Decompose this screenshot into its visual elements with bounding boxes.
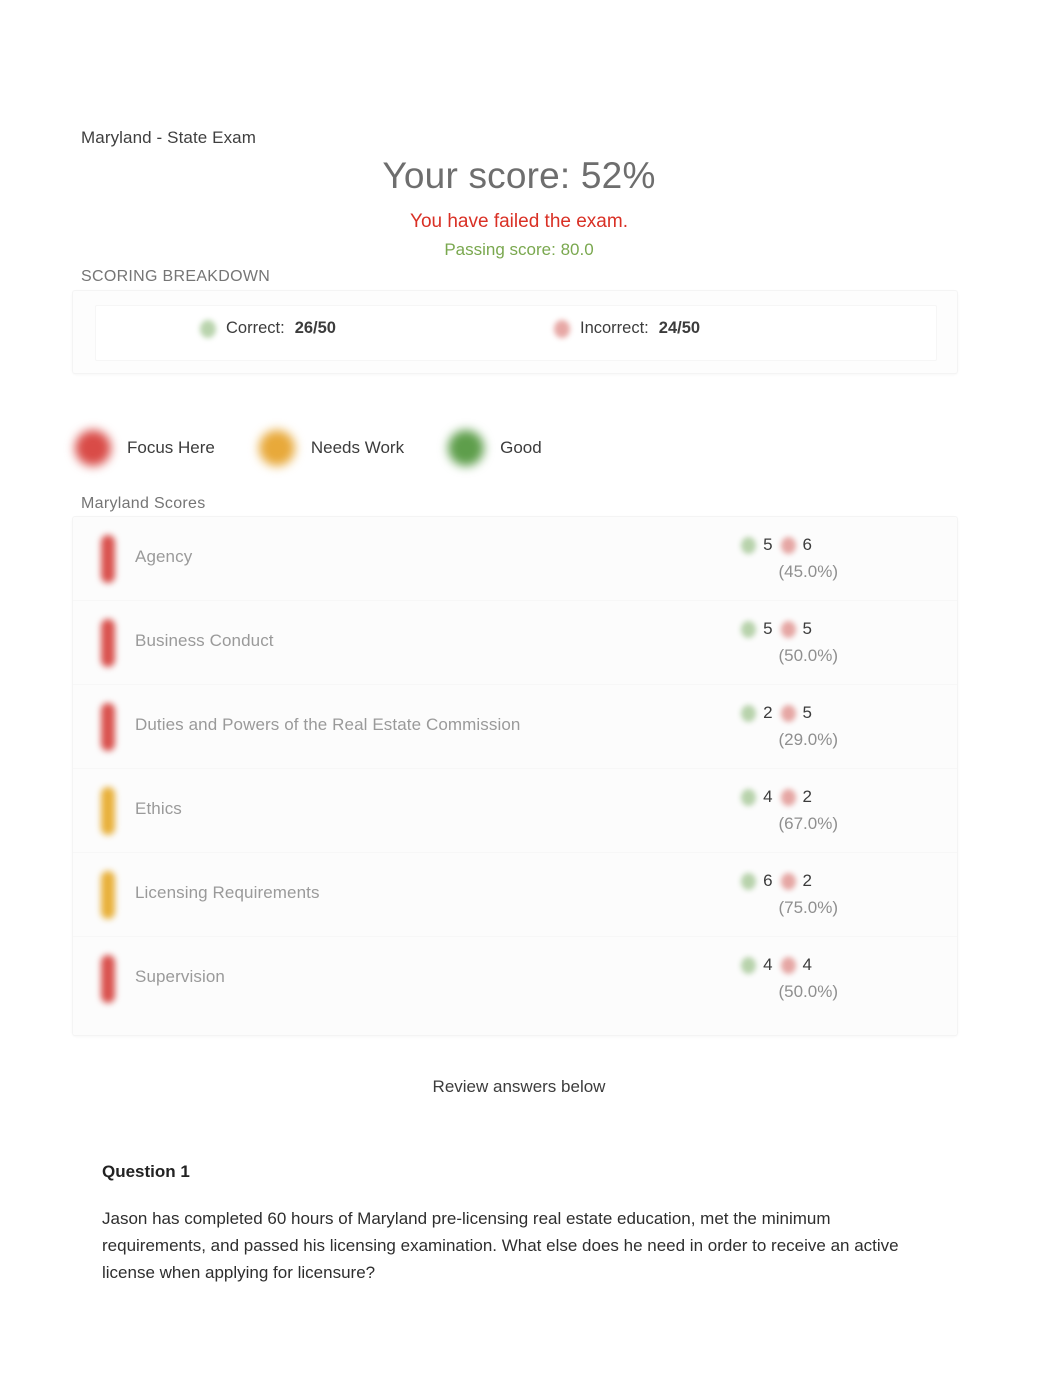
score-headline: Your score: 52%	[382, 155, 656, 196]
incorrect-value: 24/50	[658, 319, 701, 337]
table-row[interactable]: Licensing Requirements 6 2 (75.0%)	[73, 853, 957, 937]
status-bar-icon	[101, 871, 115, 919]
legend-item-needs-work: Needs Work	[258, 430, 405, 466]
check-circle-icon	[741, 788, 757, 806]
topic-name: Agency	[135, 547, 193, 566]
table-row[interactable]: Agency 5 6 (45.0%)	[73, 517, 957, 601]
result-message: You have failed the exam.	[410, 211, 628, 232]
x-circle-icon	[780, 620, 796, 638]
check-circle-icon	[741, 620, 757, 638]
topic-name: Duties and Powers of the Real Estate Com…	[135, 715, 521, 734]
row-percent: (50.0%)	[778, 982, 838, 1001]
row-correct: 4	[741, 787, 773, 807]
x-circle-icon	[780, 956, 796, 974]
row-incorrect: 5	[780, 703, 812, 723]
legend-item-good: Good	[448, 430, 542, 466]
row-correct: 2	[741, 703, 773, 723]
maryland-scores-card: Agency 5 6 (45.0%) Business Conduct 5 5 …	[72, 516, 958, 1036]
status-bar-icon	[101, 787, 115, 835]
status-bar-icon	[101, 955, 115, 1003]
scoring-breakdown-label: SCORING BREAKDOWN	[81, 268, 271, 285]
check-circle-icon	[741, 956, 757, 974]
status-bar-icon	[101, 619, 115, 667]
incorrect-count: 4	[802, 955, 812, 974]
check-circle-icon	[741, 872, 757, 890]
row-incorrect: 5	[780, 619, 812, 639]
correct-count: 4	[763, 955, 773, 974]
x-circle-icon	[554, 319, 570, 338]
passing-score-line: Passing score: 80.0	[444, 240, 594, 259]
row-percent: (67.0%)	[778, 814, 838, 833]
correct-value: 26/50	[294, 319, 336, 337]
row-incorrect: 4	[780, 955, 812, 975]
check-circle-icon	[741, 704, 757, 722]
incorrect-count: 2	[802, 871, 812, 890]
incorrect-count: 5	[802, 619, 812, 638]
legend-label: Needs Work	[310, 438, 405, 457]
scoring-breakdown-inner: Correct: 26/50 Incorrect: 24/50	[95, 305, 937, 361]
maryland-scores-label: Maryland Scores	[81, 495, 206, 512]
row-counts: 4 2	[741, 787, 812, 807]
correct-count: 5	[763, 619, 773, 638]
legend-item-focus-here: Focus Here	[75, 430, 215, 466]
table-row[interactable]: Duties and Powers of the Real Estate Com…	[73, 685, 957, 769]
review-answers-heading: Review answers below	[432, 1077, 606, 1096]
good-dot-icon	[448, 430, 485, 466]
x-circle-icon	[780, 704, 796, 722]
incorrect-count: 6	[802, 535, 812, 554]
check-circle-icon	[200, 319, 216, 338]
row-percent: (29.0%)	[778, 730, 838, 749]
row-counts: 5 6	[741, 535, 812, 555]
x-circle-icon	[780, 536, 796, 554]
row-counts: 2 5	[741, 703, 812, 723]
row-incorrect: 6	[780, 535, 812, 555]
table-row[interactable]: Ethics 4 2 (67.0%)	[73, 769, 957, 853]
exam-title: Maryland - State Exam	[81, 128, 256, 147]
status-bar-icon	[101, 703, 115, 751]
x-circle-icon	[780, 872, 796, 890]
incorrect-label: Incorrect:	[580, 319, 649, 337]
topic-name: Licensing Requirements	[135, 883, 320, 902]
row-incorrect: 2	[780, 871, 812, 891]
topic-name: Ethics	[135, 799, 182, 818]
topic-name: Business Conduct	[135, 631, 274, 650]
table-row[interactable]: Supervision 4 4 (50.0%)	[73, 937, 957, 1020]
incorrect-count: 5	[802, 703, 812, 722]
status-legend: Focus Here Needs Work Good	[75, 430, 586, 466]
incorrect-summary: Incorrect: 24/50	[554, 319, 700, 338]
row-counts: 4 4	[741, 955, 812, 975]
table-row[interactable]: Business Conduct 5 5 (50.0%)	[73, 601, 957, 685]
scores-list: Agency 5 6 (45.0%) Business Conduct 5 5 …	[73, 517, 957, 1035]
row-correct: 4	[741, 955, 773, 975]
row-incorrect: 2	[780, 787, 812, 807]
row-correct: 5	[741, 619, 773, 639]
exam-results-page: Maryland - State Exam Your score: 52% Yo…	[0, 0, 1062, 1377]
topic-name: Supervision	[135, 967, 225, 986]
needs-work-dot-icon	[258, 430, 295, 466]
check-circle-icon	[741, 536, 757, 554]
question-body: Jason has completed 60 hours of Maryland…	[102, 1209, 899, 1282]
row-counts: 5 5	[741, 619, 812, 639]
row-correct: 5	[741, 535, 773, 555]
correct-count: 2	[763, 703, 773, 722]
correct-summary: Correct: 26/50	[200, 319, 336, 338]
row-percent: (75.0%)	[778, 898, 838, 917]
row-counts: 6 2	[741, 871, 812, 891]
legend-label: Good	[500, 438, 542, 457]
correct-label: Correct:	[226, 319, 285, 337]
incorrect-count: 2	[802, 787, 812, 806]
row-percent: (45.0%)	[778, 562, 838, 581]
correct-count: 5	[763, 535, 773, 554]
x-circle-icon	[780, 788, 796, 806]
status-bar-icon	[101, 535, 115, 583]
row-percent: (50.0%)	[778, 646, 838, 665]
legend-label: Focus Here	[127, 438, 215, 457]
question-heading: Question 1	[102, 1162, 190, 1181]
correct-count: 4	[763, 787, 773, 806]
scoring-breakdown-card: Correct: 26/50 Incorrect: 24/50	[72, 290, 958, 374]
correct-count: 6	[763, 871, 773, 890]
row-correct: 6	[741, 871, 773, 891]
focus-here-dot-icon	[75, 430, 111, 466]
